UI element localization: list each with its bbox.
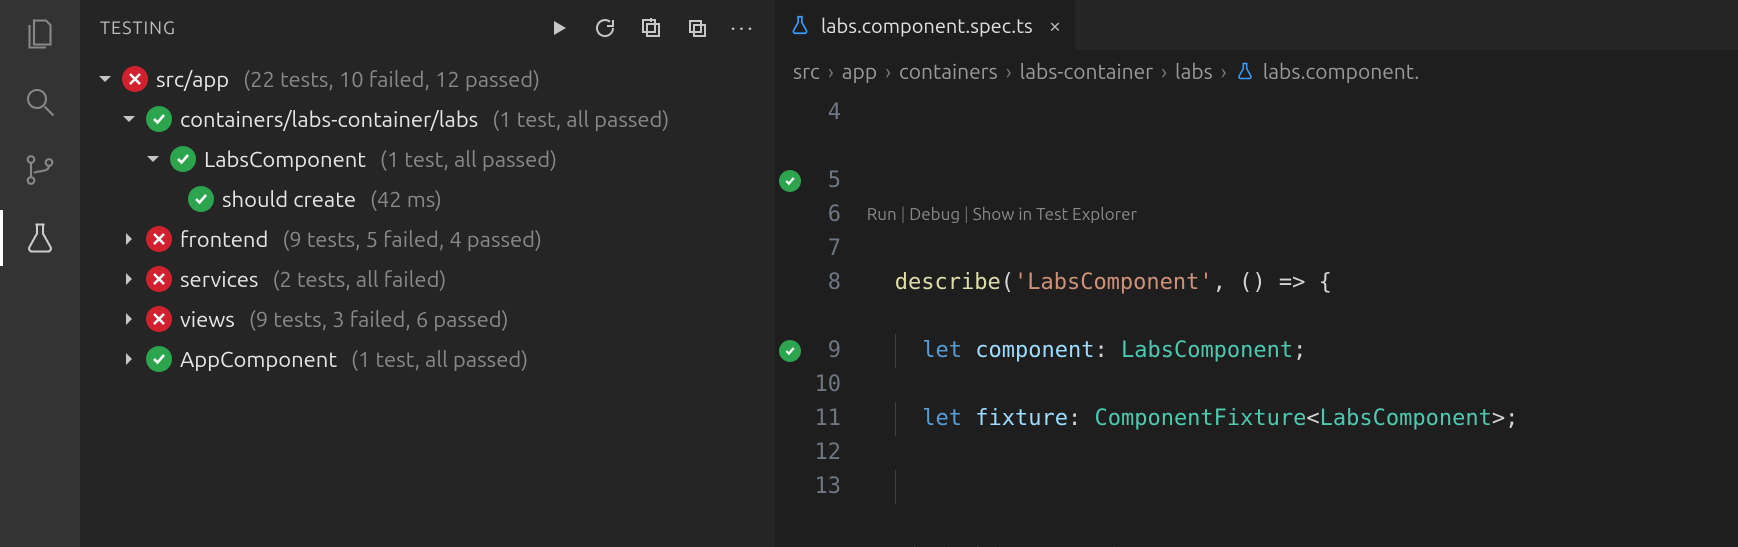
status-pass-icon [188,186,214,212]
activity-bar [0,0,80,547]
chevron-right-icon [121,231,137,247]
search-icon [22,84,58,120]
tree-node-meta: (1 test, all passed) [492,107,669,132]
codelens-run[interactable]: Run [867,205,897,224]
line-number: 13 [805,470,841,504]
chevron-down-icon [121,111,137,127]
status-fail-icon [122,66,148,92]
tree-node-meta: (9 tests, 3 failed, 6 passed) [249,307,509,332]
activity-testing[interactable] [20,218,60,258]
tree-node-views[interactable]: views (9 tests, 3 failed, 6 passed) [80,299,775,339]
line-number: 7 [805,232,841,266]
editor: labs.component.spec.ts × src › app › con… [775,0,1738,547]
tree-node-label: src/app [156,67,229,92]
status-pass-icon [170,146,196,172]
tree-node-app-component[interactable]: AppComponent (1 test, all passed) [80,339,775,379]
chevron-down-icon [97,71,113,87]
breadcrumb-segment[interactable]: labs [1175,59,1213,83]
chevron-right-icon: › [1161,59,1167,83]
tree-node-meta: (22 tests, 10 failed, 12 passed) [243,67,540,92]
activity-search[interactable] [20,82,60,122]
tree-node-src-app[interactable]: src/app (22 tests, 10 failed, 12 passed) [80,59,775,99]
code-area[interactable]: 4 5 6 7 8 9 10 11 12 13 Run|Debug|Show i… [775,92,1738,547]
gutter-pass-icon[interactable] [779,170,801,192]
collapse-all-icon [685,16,709,40]
chevron-down-icon [145,151,161,167]
tree-node-label: AppComponent [180,347,337,372]
line-number: 11 [805,402,841,436]
chevron-right-icon: › [828,59,834,83]
refresh-icon [593,16,617,40]
tree-node-label: services [180,267,258,292]
test-tree: src/app (22 tests, 10 failed, 12 passed)… [80,55,775,547]
testing-panel: TESTING ··· src/a [80,0,775,547]
tree-node-meta: (1 test, all passed) [351,347,528,372]
tree-node-label: containers/labs-container/labs [180,107,478,132]
tree-node-meta: (9 tests, 5 failed, 4 passed) [282,227,542,252]
tab-filename: labs.component.spec.ts [821,14,1033,37]
editor-tabs: labs.component.spec.ts × [775,0,1738,50]
breadcrumb-segment[interactable]: containers [899,59,998,83]
expand-all-button[interactable] [637,14,665,42]
collapse-all-button[interactable] [683,14,711,42]
breadcrumb-segment[interactable]: src [793,59,820,83]
breadcrumb-segment[interactable]: labs.component. [1263,59,1420,83]
gutter-pass-icon[interactable] [779,340,801,362]
more-actions-button[interactable]: ··· [729,14,757,42]
code-content[interactable]: Run|Debug|Show in Test Explorer describe… [855,92,1738,547]
new-window-icon [639,16,663,40]
codelens-show[interactable]: Show in Test Explorer [973,205,1137,224]
line-number: 10 [805,368,841,402]
tree-node-should-create[interactable]: should create (42 ms) [80,179,775,219]
line-number: 5 [805,164,841,198]
git-branch-icon [22,152,58,188]
testing-panel-header: TESTING ··· [80,0,775,55]
run-tests-button[interactable] [545,14,573,42]
editor-tab-active[interactable]: labs.component.spec.ts × [775,0,1076,50]
play-icon [547,16,571,40]
tree-node-label: LabsComponent [204,147,366,172]
beaker-icon [22,220,58,256]
chevron-right-icon [121,311,137,327]
files-icon [22,16,58,52]
tree-node-meta: (2 tests, all failed) [272,267,446,292]
line-number: 8 [805,266,841,300]
gutter-test-status [775,92,805,547]
tree-node-services[interactable]: services (2 tests, all failed) [80,259,775,299]
status-pass-icon [146,106,172,132]
refresh-tests-button[interactable] [591,14,619,42]
testing-panel-title: TESTING [100,18,176,38]
chevron-right-icon [121,351,137,367]
status-pass-icon [146,346,172,372]
status-fail-icon [146,306,172,332]
tree-node-labs-path[interactable]: containers/labs-container/labs (1 test, … [80,99,775,139]
typescript-test-icon [1235,61,1255,81]
breadcrumbs[interactable]: src › app › containers › labs-container … [775,50,1738,92]
codelens-debug[interactable]: Debug [909,205,960,224]
typescript-test-icon [789,14,811,36]
breadcrumb-segment[interactable]: labs-container [1020,59,1153,83]
chevron-right-icon [121,271,137,287]
breadcrumb-segment[interactable]: app [842,59,877,83]
status-fail-icon [146,226,172,252]
chevron-right-icon: › [885,59,891,83]
line-number: 6 [805,198,841,232]
tree-node-label: frontend [180,227,268,252]
tree-node-frontend[interactable]: frontend (9 tests, 5 failed, 4 passed) [80,219,775,259]
chevron-right-icon: › [1006,59,1012,83]
line-number: 12 [805,436,841,470]
status-fail-icon [146,266,172,292]
chevron-right-icon: › [1221,59,1227,83]
line-number-gutter: 4 5 6 7 8 9 10 11 12 13 [805,92,855,547]
line-number: 4 [805,96,841,130]
tree-node-label: should create [222,187,356,212]
activity-source-control[interactable] [20,150,60,190]
tree-node-meta: (1 test, all passed) [380,147,557,172]
line-number: 9 [805,334,841,368]
activity-explorer[interactable] [20,14,60,54]
tree-node-label: views [180,307,235,332]
tree-node-labs-component[interactable]: LabsComponent (1 test, all passed) [80,139,775,179]
tab-close-button[interactable]: × [1043,13,1061,38]
tree-node-meta: (42 ms) [370,187,442,212]
